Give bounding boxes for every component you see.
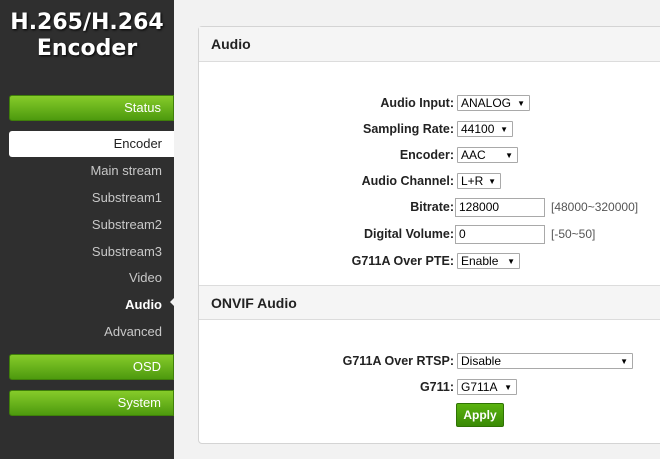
nav-status-button[interactable]: Status [9, 95, 174, 121]
sidebar-item-substream1[interactable]: Substream1 [92, 190, 162, 206]
digital-volume-label: Digital Volume: [363, 227, 454, 241]
sampling-rate-label: Sampling Rate: [363, 122, 454, 136]
chevron-down-icon: ▼ [488, 177, 496, 186]
g711a-over-pte-value: Enable [461, 254, 499, 268]
g711a-over-rtsp-label: G711A Over RTSP: [342, 354, 454, 368]
g711a-over-pte-row: G711A Over PTE: Enable ▼ [199, 252, 660, 270]
g711a-over-pte-select[interactable]: Enable ▼ [457, 253, 520, 269]
nav-system-button[interactable]: System [9, 390, 174, 416]
audio-channel-select[interactable]: L+R ▼ [457, 173, 501, 189]
encoder-row: Encoder: AAC ▼ [199, 146, 660, 164]
nav-encoder-button[interactable]: Encoder [9, 131, 174, 157]
sidebar-item-advanced[interactable]: Advanced [104, 324, 162, 340]
nav-osd-button[interactable]: OSD [9, 354, 174, 380]
bitrate-label: Bitrate: [410, 200, 454, 214]
encoder-label: Encoder: [399, 148, 454, 162]
bitrate-input[interactable]: 128000 [455, 198, 545, 217]
chevron-down-icon: ▼ [500, 125, 508, 134]
bitrate-row: Bitrate: 128000 [48000~320000] [199, 198, 660, 217]
g711-row: G711: G711A ▼ [199, 378, 660, 396]
chevron-down-icon: ▼ [504, 383, 512, 392]
g711-select[interactable]: G711A ▼ [457, 379, 517, 395]
g711a-over-rtsp-select[interactable]: Disable ▼ [457, 353, 633, 369]
audio-channel-label: Audio Channel: [361, 174, 454, 188]
digital-volume-range-hint: [-50~50] [551, 227, 596, 241]
bitrate-range-hint: [48000~320000] [551, 200, 639, 214]
g711a-over-pte-label: G711A Over PTE: [351, 254, 454, 268]
g711a-over-rtsp-value: Disable [461, 354, 502, 368]
encoder-value: AAC [461, 148, 486, 162]
sidebar-item-video[interactable]: Video [129, 270, 162, 286]
audio-input-value: ANALOG [461, 96, 512, 110]
g711-value: G711A [461, 380, 498, 394]
chevron-down-icon: ▼ [507, 257, 515, 266]
sidebar-item-main-stream[interactable]: Main stream [90, 163, 162, 179]
brand-line1: H.265/H.264 [10, 10, 164, 35]
brand-line2: Encoder [36, 36, 138, 61]
sampling-rate-value: 44100 [461, 122, 495, 136]
sidebar: H.265/H.264 Encoder Status Encoder Main … [0, 0, 174, 459]
digital-volume-input[interactable]: 0 [455, 225, 545, 244]
sampling-rate-select[interactable]: 44100 ▼ [457, 121, 513, 137]
audio-input-label: Audio Input: [380, 96, 454, 110]
sidebar-item-substream3[interactable]: Substream3 [92, 244, 162, 260]
audio-channel-row: Audio Channel: L+R ▼ [199, 172, 660, 190]
audio-channel-value: L+R [461, 174, 484, 188]
audio-section-title: Audio [199, 27, 660, 62]
brand-logo: H.265/H.264 Encoder [0, 10, 174, 62]
sidebar-item-audio[interactable]: Audio [125, 297, 162, 313]
g711a-over-rtsp-row: G711A Over RTSP: Disable ▼ [199, 352, 660, 370]
chevron-down-icon: ▼ [505, 151, 513, 160]
chevron-down-icon: ▼ [517, 99, 525, 108]
digital-volume-row: Digital Volume: 0 [-50~50] [199, 225, 660, 244]
audio-input-select[interactable]: ANALOG ▼ [457, 95, 530, 111]
chevron-down-icon: ▼ [620, 357, 628, 366]
sampling-rate-row: Sampling Rate: 44100 ▼ [199, 120, 660, 138]
sidebar-item-substream2[interactable]: Substream2 [92, 217, 162, 233]
g711-label: G711: [419, 380, 454, 394]
onvif-audio-section-title: ONVIF Audio [199, 285, 660, 320]
apply-button[interactable]: Apply [456, 403, 504, 427]
active-item-caret-icon [170, 297, 175, 307]
encoder-select[interactable]: AAC ▼ [457, 147, 518, 163]
audio-settings-panel: Audio Audio Input: ANALOG ▼ Sampling Rat… [198, 26, 660, 444]
audio-input-row: Audio Input: ANALOG ▼ [199, 94, 660, 112]
